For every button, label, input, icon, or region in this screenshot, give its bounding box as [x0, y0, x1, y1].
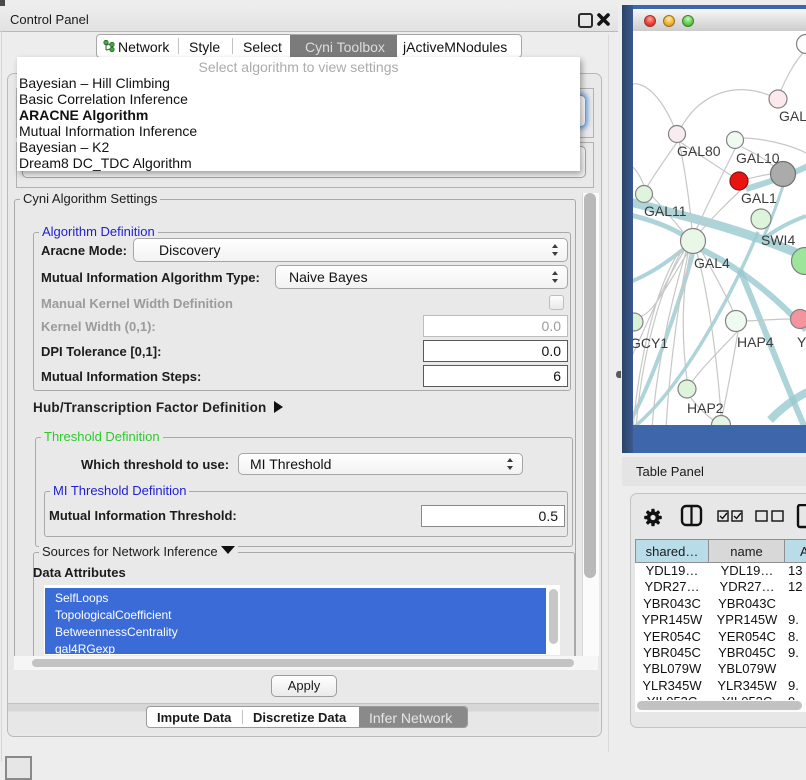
svg-text:HAP4: HAP4	[737, 334, 774, 350]
svg-text:HAP2: HAP2	[687, 400, 724, 416]
svg-text:GAL1: GAL1	[741, 190, 777, 206]
svg-text:GAL4: GAL4	[694, 255, 730, 271]
svg-text:SWI4: SWI4	[761, 232, 795, 248]
svg-text:GAL11: GAL11	[644, 203, 687, 219]
svg-text:GAL10: GAL10	[736, 150, 780, 166]
svg-text:GAL80: GAL80	[677, 143, 721, 159]
svg-text:GAL2: GAL2	[779, 108, 806, 124]
svg-text:Y: Y	[797, 334, 806, 350]
svg-text:GCY1: GCY1	[633, 335, 668, 351]
